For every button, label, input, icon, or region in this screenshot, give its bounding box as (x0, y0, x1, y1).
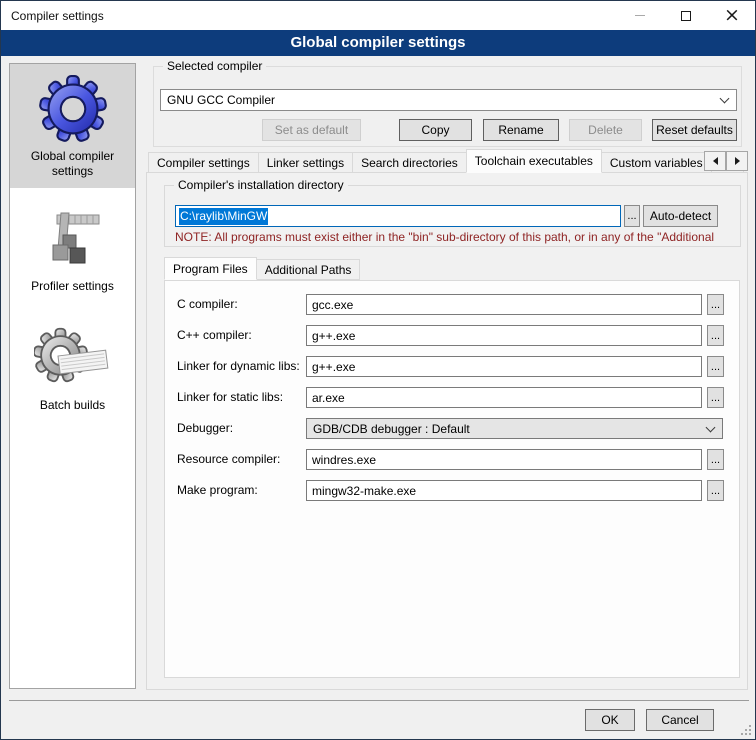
tab-linker-settings[interactable]: Linker settings (258, 152, 353, 173)
tab-custom-variables[interactable]: Custom variables (601, 152, 712, 173)
close-button[interactable]: × (709, 1, 755, 30)
close-icon: × (724, 6, 740, 25)
installation-directory-input[interactable]: C:\raylib\MinGW (175, 205, 621, 227)
tab-scroll-left-button[interactable] (704, 151, 726, 171)
minimize-icon (635, 15, 645, 16)
sidebar-item-label: Profiler settings (12, 279, 133, 294)
subtab-additional-paths[interactable]: Additional Paths (256, 259, 361, 280)
static-linker-input[interactable] (306, 387, 702, 408)
sidebar-item-global-compiler-settings[interactable]: Global compiler settings (10, 64, 135, 188)
settings-category-list: Global compiler settings Profiler settin… (9, 63, 136, 689)
installation-directory-group: Compiler's installation directory C:\ray… (164, 185, 741, 247)
tab-compiler-settings[interactable]: Compiler settings (148, 152, 259, 173)
cpp-compiler-input[interactable] (306, 325, 702, 346)
c-compiler-label: C compiler: (177, 294, 238, 315)
arrow-left-icon (709, 157, 718, 165)
sidebar-item-label: Global compiler settings (12, 149, 133, 179)
installation-directory-group-label: Compiler's installation directory (174, 178, 348, 192)
browse-directory-button[interactable]: ... (624, 205, 640, 227)
dynamic-linker-label: Linker for dynamic libs: (177, 356, 300, 377)
compiler-settings-dialog: Compiler settings × Global compiler sett… (0, 0, 756, 740)
maximize-icon (681, 11, 691, 21)
sidebar-item-profiler-settings[interactable]: Profiler settings (10, 188, 135, 303)
sidebar-item-label: Batch builds (12, 398, 133, 413)
titlebar: Compiler settings × (1, 1, 755, 30)
c-compiler-browse-button[interactable]: ... (707, 294, 724, 315)
compiler-select[interactable]: GNU GCC Compiler (160, 89, 737, 111)
gray-gear-stack-icon (12, 321, 133, 395)
cancel-button[interactable]: Cancel (646, 709, 714, 731)
resize-grip-icon[interactable] (739, 723, 751, 735)
cpp-compiler-browse-button[interactable]: ... (707, 325, 724, 346)
copy-button[interactable]: Copy (399, 119, 472, 141)
resource-compiler-browse-button[interactable]: ... (707, 449, 724, 470)
debugger-label: Debugger: (177, 418, 233, 439)
static-linker-browse-button[interactable]: ... (707, 387, 724, 408)
selected-compiler-group: Selected compiler GNU GCC Compiler Set a… (153, 66, 742, 147)
rename-button[interactable]: Rename (483, 119, 559, 141)
dynamic-linker-input[interactable] (306, 356, 702, 377)
note-text: NOTE: All programs must exist either in … (175, 230, 755, 244)
resource-compiler-label: Resource compiler: (177, 449, 280, 470)
set-as-default-button: Set as default (262, 119, 361, 141)
dynamic-linker-browse-button[interactable]: ... (707, 356, 724, 377)
chevron-down-icon (706, 422, 716, 432)
sidebar-item-batch-builds[interactable]: Batch builds (10, 303, 135, 422)
debugger-select-value: GDB/CDB debugger : Default (313, 422, 470, 436)
tab-toolchain-executables[interactable]: Toolchain executables (466, 149, 602, 173)
footer-divider (9, 700, 749, 701)
program-files-tabs: Program Files Additional Paths (164, 257, 359, 280)
dialog-body: Global compiler settings Profiler settin… (1, 56, 755, 739)
subtab-program-files[interactable]: Program Files (164, 257, 257, 280)
toolchain-executables-page: Compiler's installation directory C:\ray… (146, 172, 748, 690)
ok-button[interactable]: OK (585, 709, 635, 731)
selected-compiler-group-label: Selected compiler (163, 59, 266, 73)
caliper-icon (12, 202, 133, 276)
tab-scroll-right-button[interactable] (726, 151, 748, 171)
c-compiler-input[interactable] (306, 294, 702, 315)
blue-gear-icon (12, 72, 133, 146)
window-title: Compiler settings (1, 9, 617, 23)
minimize-button (617, 1, 663, 30)
compiler-select-value: GNU GCC Compiler (167, 93, 275, 107)
installation-directory-value: C:\raylib\MinGW (179, 208, 268, 225)
static-linker-label: Linker for static libs: (177, 387, 283, 408)
tab-search-directories[interactable]: Search directories (352, 152, 467, 173)
maximize-button[interactable] (663, 1, 709, 30)
page-title: Global compiler settings (1, 30, 755, 56)
chevron-down-icon (720, 94, 730, 104)
compiler-tabs: Compiler settings Linker settings Search… (148, 149, 743, 173)
delete-button: Delete (569, 119, 642, 141)
resource-compiler-input[interactable] (306, 449, 702, 470)
make-program-label: Make program: (177, 480, 258, 501)
reset-defaults-button[interactable]: Reset defaults (652, 119, 737, 141)
make-program-input[interactable] (306, 480, 702, 501)
arrow-right-icon (735, 157, 744, 165)
auto-detect-button[interactable]: Auto-detect (643, 205, 718, 227)
program-files-page: C compiler: ... C++ compiler: ... Linker… (164, 280, 740, 678)
cpp-compiler-label: C++ compiler: (177, 325, 252, 346)
make-program-browse-button[interactable]: ... (707, 480, 724, 501)
debugger-select[interactable]: GDB/CDB debugger : Default (306, 418, 723, 439)
